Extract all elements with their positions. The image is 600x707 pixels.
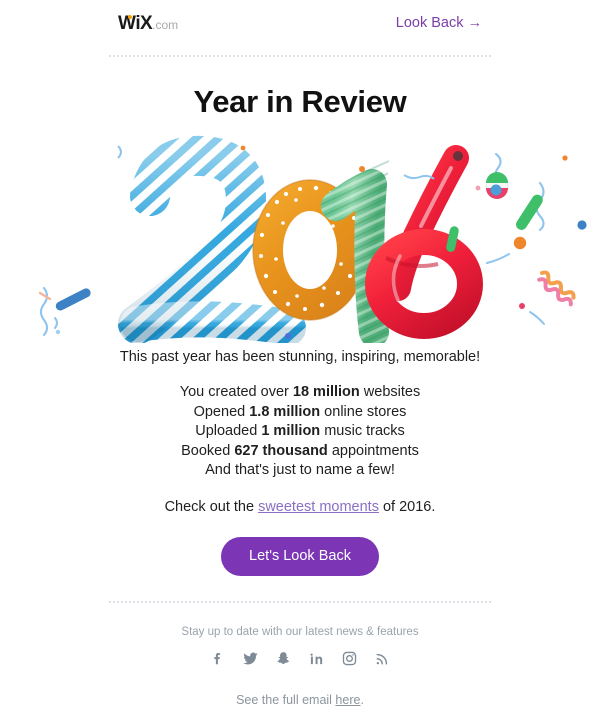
email-header: WiX .com Look Back → — [0, 0, 600, 46]
social-links — [0, 650, 600, 667]
stat-post: music tracks — [320, 423, 405, 439]
wix-logo[interactable]: WiX .com — [118, 14, 178, 33]
beach-ball-right — [485, 172, 509, 199]
stat-line-music: Uploaded 1 million music tracks — [0, 422, 600, 442]
full-email-post: . — [360, 692, 364, 707]
closing-pre: Check out the — [164, 498, 259, 515]
snapchat-icon[interactable] — [275, 650, 292, 667]
email-body: WiX .com Look Back → Year in Review This… — [0, 0, 600, 707]
wix-logo-wordmark: W — [118, 12, 136, 34]
wix-logo-dotcom: .com — [152, 17, 179, 32]
stats-list: You created over 18 million websites Ope… — [0, 383, 600, 481]
email-copy: This past year has been stunning, inspir… — [0, 347, 600, 517]
year-in-review-illustration — [0, 128, 600, 343]
wix-logo-i-dot — [127, 14, 132, 19]
cta-container: Let's Look Back — [0, 536, 600, 576]
stat-value: 1 million — [261, 423, 321, 439]
full-email-here-link[interactable]: here — [335, 693, 360, 707]
full-email-pre: See the full email — [236, 692, 336, 707]
stat-pre: You created over — [179, 384, 293, 400]
linkedin-icon[interactable] — [308, 650, 325, 667]
stat-post: appointments — [327, 442, 419, 459]
instagram-icon[interactable] — [341, 650, 358, 667]
full-email-line: See the full email here. — [0, 693, 600, 707]
email-footer: Stay up to date with our latest news & f… — [0, 626, 600, 707]
stat-line-stores: Opened 1.8 million online stores — [0, 403, 600, 423]
hero-svg — [38, 135, 587, 343]
stat-value: 627 thousand — [234, 442, 328, 459]
stat-line-appointments: Booked 627 thousand appointments — [0, 442, 600, 462]
stat-value: 1.8 million — [249, 403, 321, 420]
stat-pre: Booked — [181, 442, 235, 459]
divider-top — [109, 55, 491, 58]
stat-post: websites — [359, 384, 421, 400]
header-look-back-link[interactable]: Look Back → — [396, 15, 482, 31]
wix-logo-ix: iX — [135, 12, 153, 34]
stat-pre: Opened — [193, 403, 250, 420]
footer-tagline: Stay up to date with our latest news & f… — [181, 625, 419, 638]
stat-pre: Uploaded — [195, 423, 262, 439]
page-title: Year in Review — [193, 84, 407, 119]
sweetest-moments-link[interactable]: sweetest moments — [258, 499, 379, 515]
lets-look-back-button[interactable]: Let's Look Back — [221, 536, 379, 576]
stats-closer: And that's just to name a few! — [205, 462, 395, 478]
lede-text: This past year has been stunning, inspir… — [119, 349, 481, 365]
stat-post: online stores — [320, 403, 407, 420]
facebook-icon[interactable] — [209, 650, 226, 667]
stat-line-websites: You created over 18 million websites — [0, 383, 600, 403]
coil-streamer — [537, 270, 576, 307]
closing-line: Check out the sweetest moments of 2016. — [0, 497, 600, 517]
closing-post: of 2016. — [378, 498, 436, 515]
divider-bottom — [109, 600, 491, 604]
twitter-icon[interactable] — [242, 650, 259, 667]
stat-value: 18 million — [292, 384, 360, 400]
rss-icon[interactable] — [374, 650, 391, 667]
